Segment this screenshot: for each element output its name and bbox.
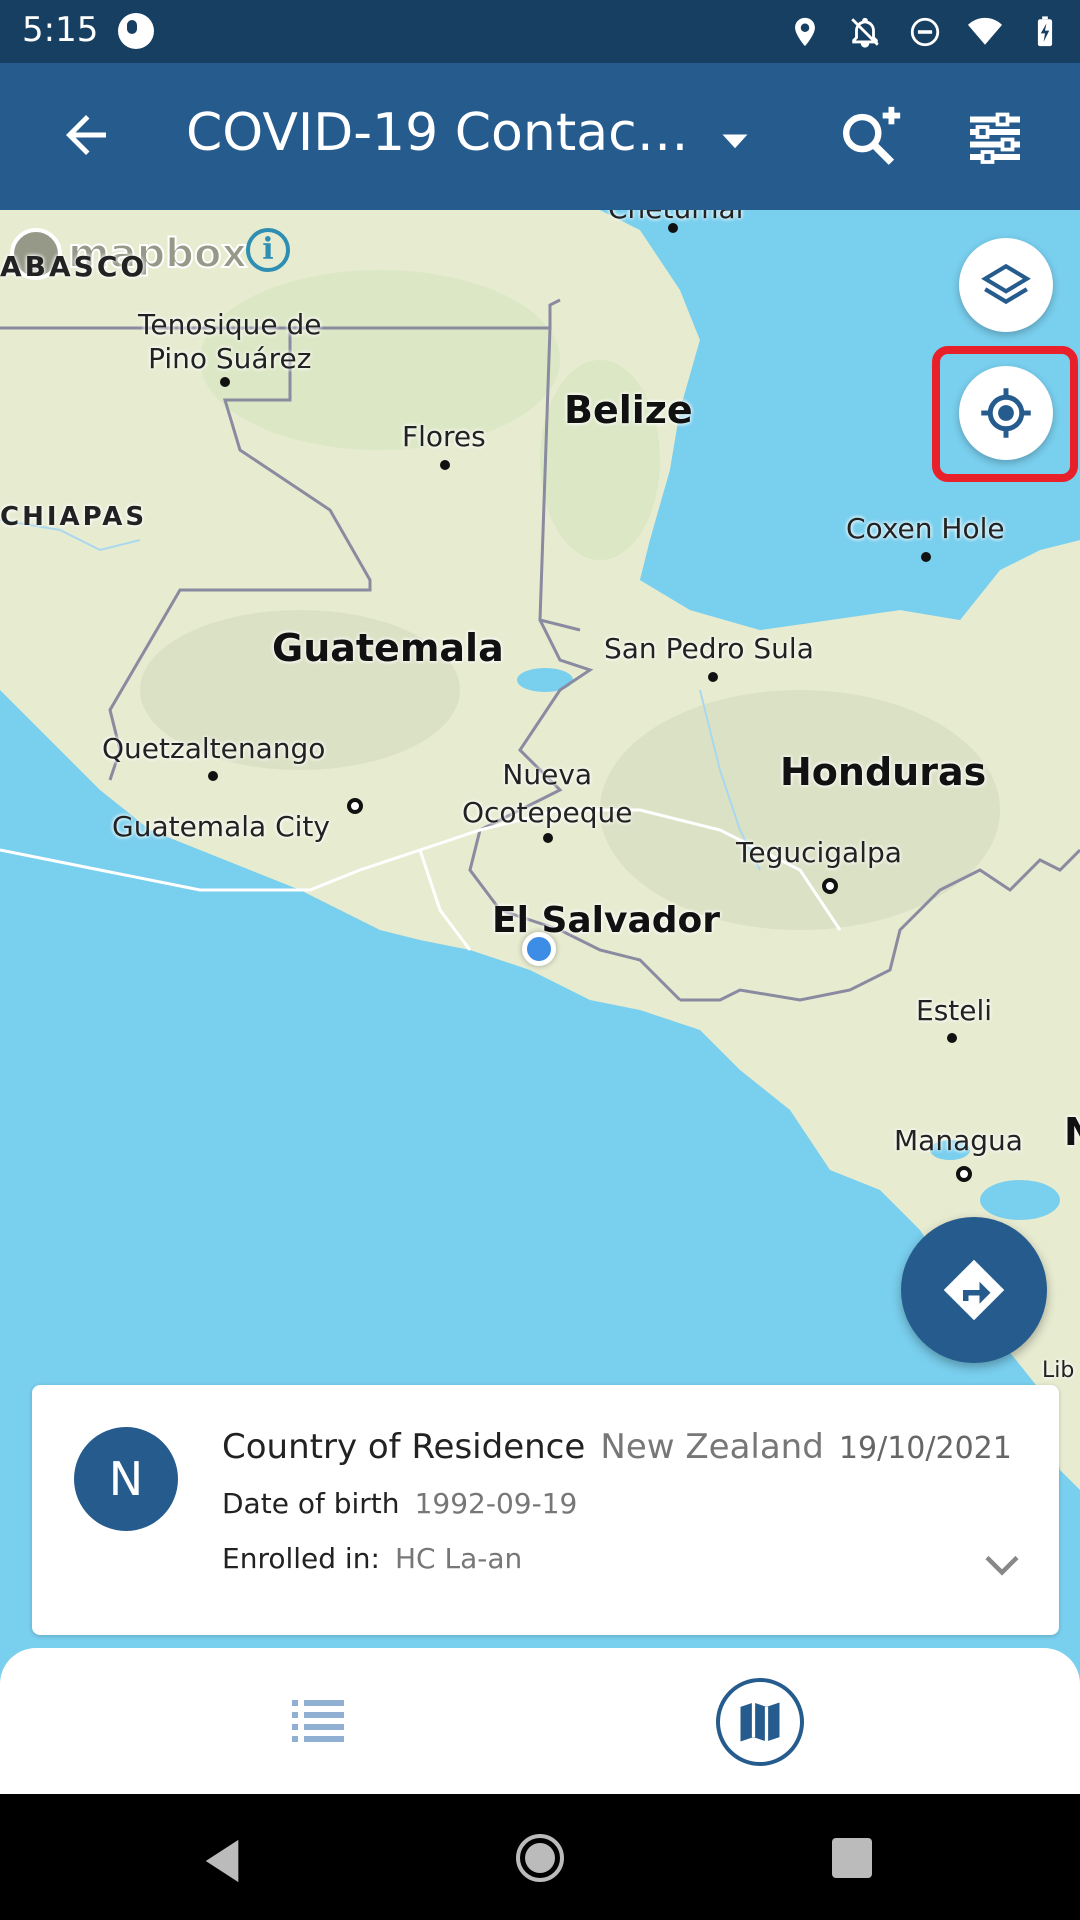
notifications-off-icon	[851, 17, 879, 48]
map-dot-esteli	[947, 1033, 957, 1043]
wifi-icon	[968, 17, 1002, 45]
map-label-flores: Flores	[402, 420, 486, 453]
system-navigation-bar	[0, 1794, 1080, 1920]
map-dot-quetzaltenango	[208, 771, 218, 781]
map-label-tenosique: Tenosique de Pino Suárez	[138, 308, 322, 375]
map-label-san-pedro-sula: San Pedro Sula	[604, 632, 814, 665]
map-label-honduras: Honduras	[780, 750, 987, 794]
enrolled-value: HC La-an	[394, 1542, 523, 1575]
map-dot-nueva-ocotepeque	[543, 833, 553, 843]
map-label-n-partial: N	[1064, 1110, 1080, 1154]
map-label-tegucigalpa: Tegucigalpa	[736, 836, 902, 869]
map-label-coxen-hole: Coxen Hole	[846, 512, 1005, 545]
map-dot-coxen-hole	[921, 552, 931, 562]
enrolled-row: Enrolled in: HC La-an	[222, 1542, 522, 1575]
map-dot-flores	[440, 460, 450, 470]
map-label-lib-partial: Lib	[1042, 1358, 1075, 1383]
do-not-disturb-icon	[910, 17, 940, 47]
filter-list-icon[interactable]	[962, 107, 1028, 167]
map-label-tabasco: ABASCO	[0, 250, 148, 283]
map-view-tab[interactable]	[716, 1678, 804, 1766]
enrolled-label: Enrolled in:	[222, 1542, 380, 1575]
map-dot-guatemala-city-capital	[347, 798, 363, 814]
map-label-el-salvador: El Salvador	[492, 900, 721, 941]
app-bar: COVID-19 Contact R…	[0, 63, 1080, 210]
page-title[interactable]: COVID-19 Contact R…	[186, 103, 706, 163]
map-icon	[740, 1702, 780, 1742]
location-icon	[795, 17, 815, 47]
highlight-box	[932, 346, 1078, 482]
list-view-icon[interactable]	[292, 1698, 344, 1742]
country-label: Country of Residence	[222, 1427, 586, 1467]
map-label-esteli: Esteli	[916, 994, 993, 1027]
bottom-navigation	[0, 1648, 1080, 1794]
directions-button[interactable]	[901, 1217, 1047, 1363]
expand-chevron-icon[interactable]	[984, 1553, 1020, 1577]
directions-icon	[943, 1259, 1005, 1321]
map-label-managua: Managua	[894, 1124, 1023, 1157]
map-label-nueva-ocotepeque: Nueva Ocotepeque	[462, 758, 633, 829]
system-back-icon[interactable]	[200, 1836, 246, 1886]
search-plus-icon[interactable]	[836, 101, 906, 171]
user-location-marker	[522, 932, 556, 966]
back-arrow-icon[interactable]	[56, 105, 116, 165]
map-label-belize: Belize	[564, 388, 693, 432]
map-dot-san-pedro-sula	[708, 672, 718, 682]
dob-value: 1992-09-19	[414, 1487, 578, 1520]
map-label-quetzaltenango: Quetzaltenango	[102, 732, 326, 765]
info-icon[interactable]: i	[246, 228, 290, 272]
dob-row: Date of birth 1992-09-19	[222, 1487, 577, 1520]
map-dot-chetumal	[668, 223, 678, 233]
card-date: 19/10/2021	[838, 1431, 1012, 1466]
status-time: 5:15	[22, 10, 99, 50]
battery-charging-icon	[1037, 16, 1053, 47]
system-home-icon[interactable]	[516, 1834, 564, 1882]
system-recents-icon[interactable]	[832, 1838, 872, 1878]
country-row: Country of Residence New Zealand 19/10/2…	[222, 1427, 1012, 1467]
dropdown-arrow-icon[interactable]	[718, 127, 752, 157]
layers-icon	[981, 263, 1031, 305]
avatar: N	[74, 1427, 178, 1531]
status-icons	[788, 12, 1062, 52]
app-notification-icon	[118, 13, 154, 49]
person-card[interactable]: N Country of Residence New Zealand 19/10…	[32, 1385, 1059, 1635]
map-label-guatemala: Guatemala	[272, 626, 504, 670]
dob-label: Date of birth	[222, 1487, 400, 1520]
map-dot-managua-capital	[956, 1166, 972, 1182]
map-label-guatemala-city: Guatemala City	[112, 810, 330, 843]
map-label-chiapas: CHIAPAS	[0, 502, 148, 532]
layers-button[interactable]	[959, 238, 1053, 332]
map-label-chetumal: Chetumal	[608, 210, 743, 225]
status-bar: 5:15	[0, 0, 1080, 63]
map-dot-tegucigalpa-capital	[822, 878, 838, 894]
country-value: New Zealand	[600, 1427, 824, 1467]
map-dot-tenosique	[220, 377, 230, 387]
